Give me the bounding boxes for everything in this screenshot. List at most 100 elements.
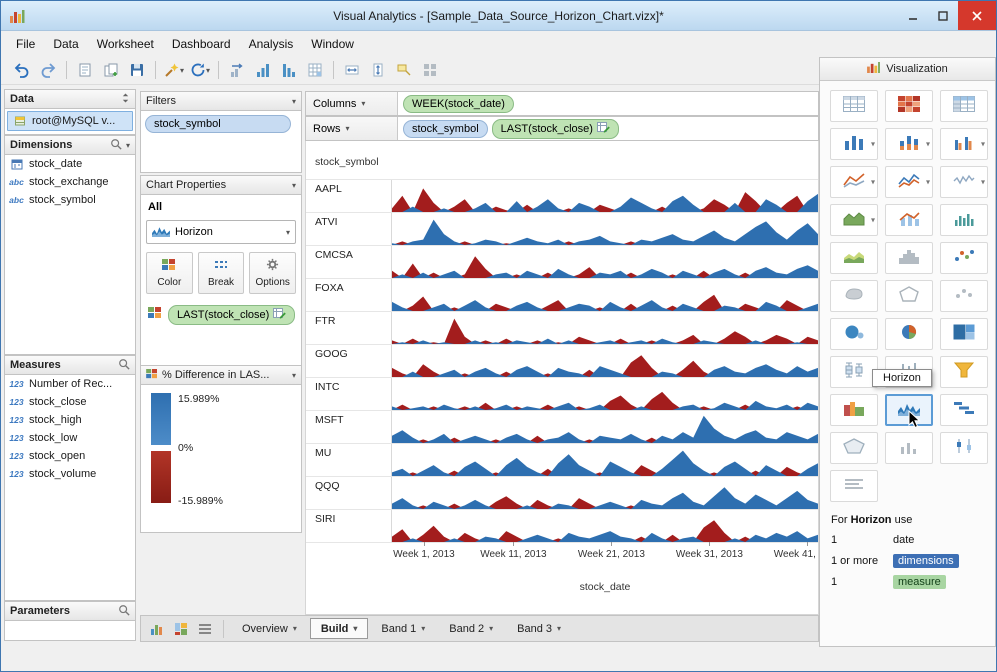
chart-type-select[interactable]: Horizon ▾ xyxy=(146,220,296,244)
chevron-down-icon[interactable]: ▾ xyxy=(346,124,350,133)
horizon-chart[interactable]: stock_symbol AAPL ATVI CMCSA FOXA FTR GOOG INT… xyxy=(305,141,819,615)
viz-funnel-button[interactable] xyxy=(940,356,988,388)
dimension-field[interactable]: abc stock_symbol xyxy=(5,191,135,209)
dropdown-caret-icon[interactable]: ▾ xyxy=(206,66,210,75)
menu-data[interactable]: Data xyxy=(44,34,87,54)
filters-header[interactable]: Filters ▾ xyxy=(140,91,302,111)
search-icon[interactable] xyxy=(118,604,130,619)
sort-descending-button[interactable] xyxy=(277,59,301,81)
field-pill[interactable]: stock_symbol xyxy=(403,119,488,138)
measure-field[interactable]: 123 Number of Rec... xyxy=(5,375,135,393)
viz-histogram-button[interactable] xyxy=(885,242,933,274)
chart-properties-header[interactable]: Chart Properties ▾ xyxy=(140,175,302,195)
viz-bar-button[interactable]: ▾ xyxy=(830,128,878,160)
dropdown-caret-icon[interactable]: ▾ xyxy=(293,624,297,633)
options-button[interactable]: Options xyxy=(249,252,297,294)
dimension-field[interactable]: abc stock_exchange xyxy=(5,173,135,191)
horizon-plot[interactable] xyxy=(392,312,818,344)
field-pill[interactable]: LAST(stock_close) xyxy=(491,118,619,139)
menu-file[interactable]: File xyxy=(7,34,44,54)
horizon-plot[interactable] xyxy=(392,477,818,509)
refresh-data-button[interactable]: ▾ xyxy=(188,59,212,81)
chevron-down-icon[interactable]: ▾ xyxy=(292,371,296,380)
menu-window[interactable]: Window xyxy=(302,34,363,54)
row-label[interactable]: GOOG xyxy=(306,345,392,377)
show-labels-button[interactable] xyxy=(392,59,416,81)
filters-shelf[interactable]: stock_symbol xyxy=(140,111,302,173)
measure-field[interactable]: 123 stock_high xyxy=(5,411,135,429)
viz-candlestick-button[interactable] xyxy=(940,432,988,464)
viz-map-button[interactable] xyxy=(830,280,878,312)
chevron-down-icon[interactable]: ▾ xyxy=(292,181,296,190)
viz-pivot-table-button[interactable] xyxy=(940,90,988,122)
menu-dashboard[interactable]: Dashboard xyxy=(163,34,240,54)
rows-shelf-pills[interactable]: stock_symbol LAST(stock_close) xyxy=(398,117,818,140)
title-bar[interactable]: Visual Analytics - [Sample_Data_Source_H… xyxy=(1,1,996,31)
viz-variable-width-button[interactable] xyxy=(830,394,878,426)
chevron-down-icon[interactable]: ▾ xyxy=(126,141,130,150)
horizon-plot[interactable] xyxy=(392,411,818,443)
row-label[interactable]: CMCSA xyxy=(306,246,392,278)
viz-radar-button[interactable] xyxy=(885,280,933,312)
measure-field[interactable]: 123 stock_close xyxy=(5,393,135,411)
tab-band-1[interactable]: Band 1 ▾ xyxy=(370,618,436,639)
grid-layout-button[interactable] xyxy=(418,59,442,81)
data-pane-header[interactable]: Data xyxy=(4,89,136,109)
swap-data-icon[interactable] xyxy=(121,92,130,107)
field-pill[interactable]: stock_symbol xyxy=(145,115,291,133)
row-label[interactable]: FOXA xyxy=(306,279,392,311)
dimensions-header[interactable]: Dimensions ▾ xyxy=(4,135,136,155)
sheet-list-button[interactable] xyxy=(194,619,216,639)
tab-overview[interactable]: Overview ▾ xyxy=(231,618,308,639)
tab-build[interactable]: Build ▾ xyxy=(309,618,369,639)
break-button[interactable]: Break xyxy=(197,252,245,294)
viz-gray-bar-button[interactable] xyxy=(885,432,933,464)
parameters-header[interactable]: Parameters xyxy=(4,601,136,621)
add-dashboard-button[interactable] xyxy=(170,619,192,639)
viz-stacked-area-button[interactable] xyxy=(830,242,878,274)
row-label[interactable]: SIRI xyxy=(306,510,392,542)
dropdown-caret-icon[interactable]: ▾ xyxy=(926,140,930,149)
viz-dual-line-button[interactable]: ▾ xyxy=(885,166,933,198)
clear-formatting-button[interactable]: ▾ xyxy=(162,59,186,81)
horizon-plot[interactable] xyxy=(392,345,818,377)
tab-band-3[interactable]: Band 3 ▾ xyxy=(506,618,572,639)
dropdown-caret-icon[interactable]: ▾ xyxy=(981,140,985,149)
row-label[interactable]: QQQ xyxy=(306,477,392,509)
dropdown-caret-icon[interactable]: ▾ xyxy=(353,624,357,633)
measure-field[interactable]: 123 stock_low xyxy=(5,429,135,447)
viz-pie-button[interactable] xyxy=(885,318,933,350)
color-button[interactable]: Color xyxy=(146,252,193,294)
row-label[interactable]: AAPL xyxy=(306,180,392,212)
chevron-down-icon[interactable]: ▾ xyxy=(292,97,296,106)
dropdown-caret-icon[interactable]: ▾ xyxy=(489,624,493,633)
horizon-plot[interactable] xyxy=(392,213,818,245)
viz-combo-button[interactable] xyxy=(885,204,933,236)
viz-highlight-table-button[interactable] xyxy=(885,90,933,122)
measure-field[interactable]: 123 stock_volume xyxy=(5,465,135,483)
horizon-plot[interactable] xyxy=(392,246,818,278)
dropdown-caret-icon[interactable]: ▾ xyxy=(180,66,184,75)
viz-table-button[interactable] xyxy=(830,90,878,122)
minimize-button[interactable] xyxy=(898,1,928,30)
new-worksheet-button[interactable] xyxy=(73,59,97,81)
menu-worksheet[interactable]: Worksheet xyxy=(88,34,163,54)
dropdown-caret-icon[interactable]: ▾ xyxy=(981,178,985,187)
dropdown-caret-icon[interactable]: ▾ xyxy=(871,178,875,187)
viz-line-button[interactable]: ▾ xyxy=(830,166,878,198)
close-button[interactable] xyxy=(958,1,996,30)
menu-analysis[interactable]: Analysis xyxy=(240,34,303,54)
viz-h-lines-button[interactable] xyxy=(830,470,878,502)
row-label[interactable]: ATVI xyxy=(306,213,392,245)
edit-field-icon[interactable] xyxy=(596,121,610,136)
dropdown-caret-icon[interactable]: ▾ xyxy=(926,178,930,187)
swap-rows-columns-button[interactable] xyxy=(225,59,249,81)
viz-stacked-bar-button[interactable]: ▾ xyxy=(885,128,933,160)
viz-bubble-button[interactable] xyxy=(830,318,878,350)
horizon-plot[interactable] xyxy=(392,279,818,311)
fit-height-button[interactable] xyxy=(366,59,390,81)
viz-spark-line-button[interactable]: ▾ xyxy=(940,166,988,198)
dropdown-caret-icon[interactable]: ▾ xyxy=(871,216,875,225)
connection-item[interactable]: root@MySQL v... xyxy=(7,111,133,131)
sort-ascending-button[interactable] xyxy=(251,59,275,81)
